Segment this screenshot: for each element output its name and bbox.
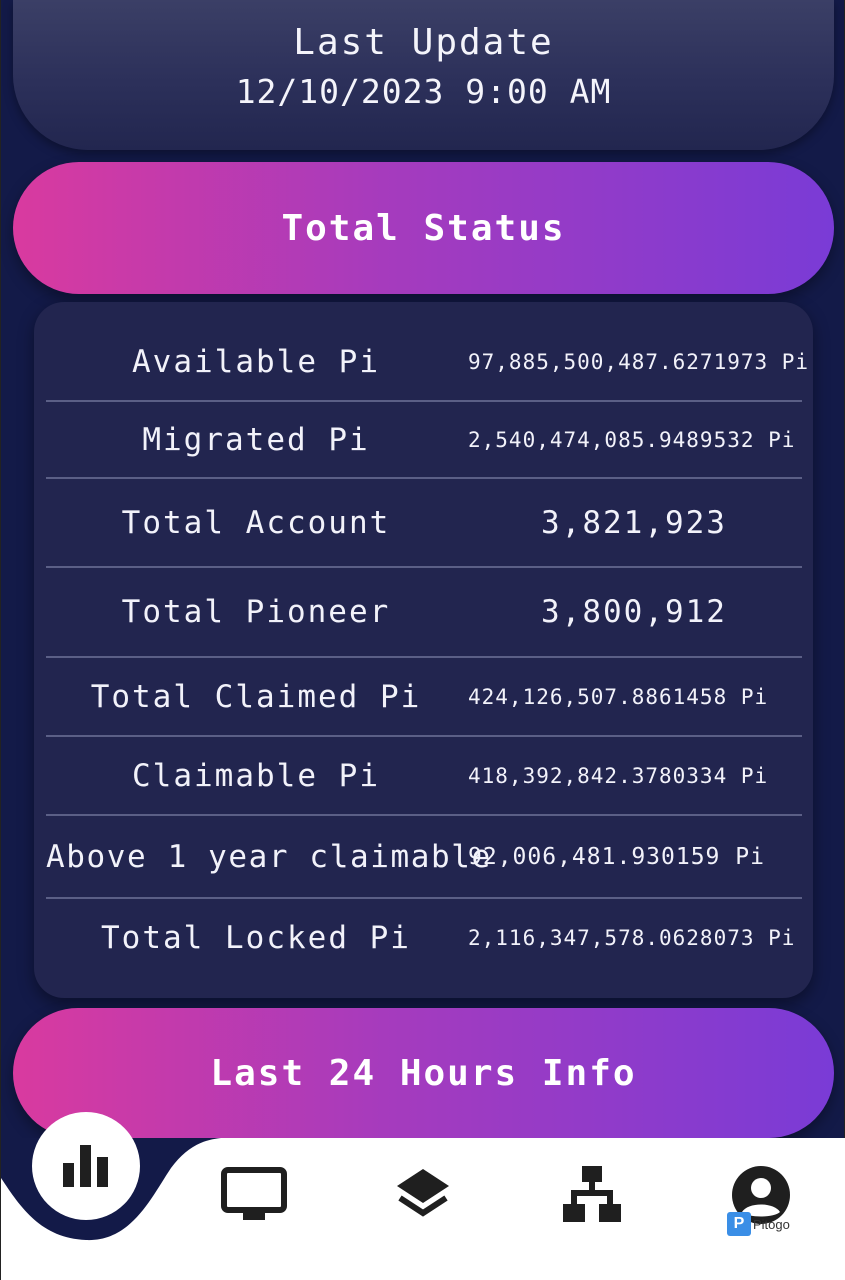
stat-value: 424,126,507.8861458 Pi xyxy=(468,684,769,709)
stat-label: Available Pi xyxy=(132,344,380,380)
stat-label: Total Pioneer xyxy=(121,594,391,630)
watermark-badge: P xyxy=(727,1212,751,1236)
stat-value: 2,116,347,578.0628073 Pi xyxy=(468,926,796,950)
stat-label: Claimable Pi xyxy=(132,757,380,794)
nav-item-sitemap[interactable] xyxy=(552,1160,632,1230)
app-screen: Last Update 12/10/2023 9:00 AM Total Sta… xyxy=(0,0,845,1280)
bar-chart-icon xyxy=(63,1145,108,1187)
stat-row-total-locked-pi: Total Locked Pi 2,116,347,578.0628073 Pi xyxy=(46,899,802,977)
stat-row-total-pioneer: Total Pioneer 3,800,912 xyxy=(46,568,802,658)
stat-row-migrated-pi: Migrated Pi 2,540,474,085.9489532 Pi xyxy=(46,402,802,479)
monitor-icon xyxy=(221,1167,287,1220)
stat-value: 97,885,500,487.6271973 Pi xyxy=(468,350,810,374)
stat-row-total-account: Total Account 3,821,923 xyxy=(46,479,802,568)
sitemap-icon xyxy=(563,1166,621,1222)
last-24-hours-title: Last 24 Hours Info xyxy=(210,1052,637,1094)
total-status-card: Available Pi 97,885,500,487.6271973 Pi M… xyxy=(34,302,813,998)
last-update-panel: Last Update 12/10/2023 9:00 AM xyxy=(13,0,834,150)
last-24-hours-header[interactable]: Last 24 Hours Info xyxy=(13,1008,834,1138)
stat-label: Total Claimed Pi xyxy=(90,678,422,715)
last-update-timestamp: 12/10/2023 9:00 AM xyxy=(235,72,612,111)
stat-row-claimable-pi: Claimable Pi 418,392,842.3780334 Pi xyxy=(46,737,802,816)
stat-label: Total Locked Pi xyxy=(101,920,411,956)
stat-row-above-1-year-claimable: Above 1 year claimable 92,006,481.930159… xyxy=(46,816,802,899)
stat-value: 418,392,842.3780334 Pi xyxy=(468,763,769,788)
nav-item-stats[interactable] xyxy=(32,1112,140,1220)
nav-item-monitor[interactable] xyxy=(214,1160,294,1230)
stat-value: 2,540,474,085.9489532 Pi xyxy=(468,427,796,452)
layers-icon xyxy=(397,1169,449,1217)
stat-value: 3,821,923 xyxy=(541,504,727,541)
nav-item-layers[interactable] xyxy=(383,1160,463,1230)
stat-value: 92,006,481.930159 Pi xyxy=(468,843,765,870)
stat-label: Total Account xyxy=(121,504,391,541)
stat-row-total-claimed-pi: Total Claimed Pi 424,126,507.8861458 Pi xyxy=(46,658,802,737)
last-update-title: Last Update xyxy=(293,22,554,63)
stat-label: Migrated Pi xyxy=(142,421,370,458)
total-status-title: Total Status xyxy=(281,207,566,249)
stat-value: 3,800,912 xyxy=(541,594,727,630)
watermark: P Pitogo xyxy=(727,1210,807,1238)
stat-label: Above 1 year claimable xyxy=(46,838,492,875)
total-status-header[interactable]: Total Status xyxy=(13,162,834,294)
stat-row-available-pi: Available Pi 97,885,500,487.6271973 Pi xyxy=(46,324,810,402)
watermark-text: Pitogo xyxy=(753,1216,790,1232)
